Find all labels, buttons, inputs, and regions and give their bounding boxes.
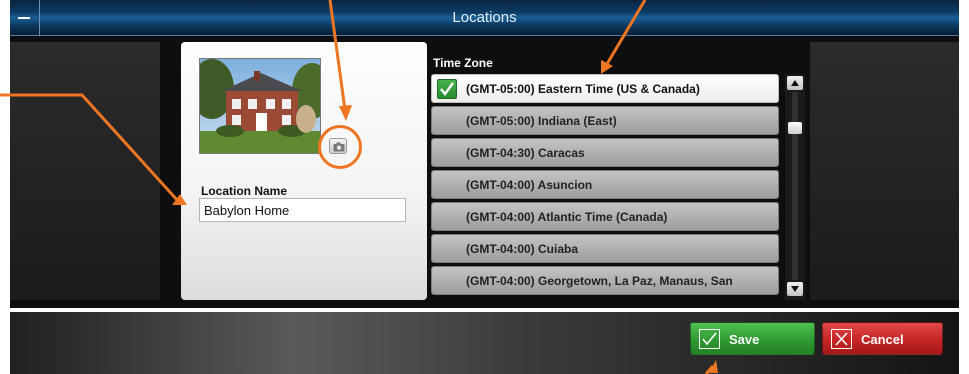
time-zone-item-label: (GMT-04:00) Georgetown, La Paz, Manaus, … [466,274,733,288]
time-zone-label: Time Zone [433,56,493,70]
time-zone-list: (GMT-05:00) Eastern Time (US & Canada) (… [431,74,781,300]
time-zone-item-label: (GMT-04:00) Asuncion [466,178,593,192]
cancel-button[interactable]: Cancel [822,322,943,355]
time-zone-item[interactable]: (GMT-04:00) Atlantic Time (Canada) [431,202,779,231]
time-zone-item-label: (GMT-05:00) Indiana (East) [466,114,617,128]
time-zone-item-label: (GMT-04:30) Caracas [466,146,585,160]
footer-bar: Save Cancel [10,312,959,374]
location-card: Location Name [181,42,427,300]
annotation-circle [318,125,362,169]
scroll-up-button[interactable] [787,76,803,90]
time-zone-item[interactable]: (GMT-04:00) Cuiaba [431,234,779,263]
check-icon [699,329,720,349]
scroll-thumb[interactable] [788,122,802,134]
location-name-label: Location Name [201,184,288,198]
scroll-down-button[interactable] [787,282,803,296]
title-bar: Locations [10,0,959,36]
time-zone-item-label: (GMT-04:00) Atlantic Time (Canada) [466,210,668,224]
save-button[interactable]: Save [690,322,815,355]
right-side-panel [810,42,959,300]
location-photo[interactable] [199,58,321,154]
scroll-track[interactable] [792,92,798,280]
x-icon [831,329,852,349]
time-zone-item[interactable]: (GMT-05:00) Indiana (East) [431,106,779,135]
time-zone-item-label: (GMT-05:00) Eastern Time (US & Canada) [466,82,700,96]
location-name-input[interactable] [199,198,406,222]
time-zone-scrollbar[interactable] [785,74,805,300]
time-zone-item[interactable]: (GMT-04:00) Asuncion [431,170,779,199]
time-zone-item[interactable]: (GMT-04:30) Caracas [431,138,779,167]
house-photo-image [200,59,320,153]
time-zone-item[interactable]: (GMT-05:00) Eastern Time (US & Canada) [431,74,779,103]
time-zone-item[interactable]: (GMT-04:00) Georgetown, La Paz, Manaus, … [431,266,779,295]
triangle-down-icon [791,286,799,292]
check-icon [437,79,457,99]
time-zone-item-label: (GMT-04:00) Cuiaba [466,242,579,256]
locations-screen: Locations Location Name Babylon Home Tim… [0,0,969,374]
triangle-up-icon [791,80,799,86]
save-button-label: Save [729,332,760,347]
main-area: Location Name Time Zone (GMT-05:00) East… [10,36,959,308]
left-side-panel [10,42,160,300]
window-title: Locations [452,9,517,26]
cancel-button-label: Cancel [861,332,904,347]
